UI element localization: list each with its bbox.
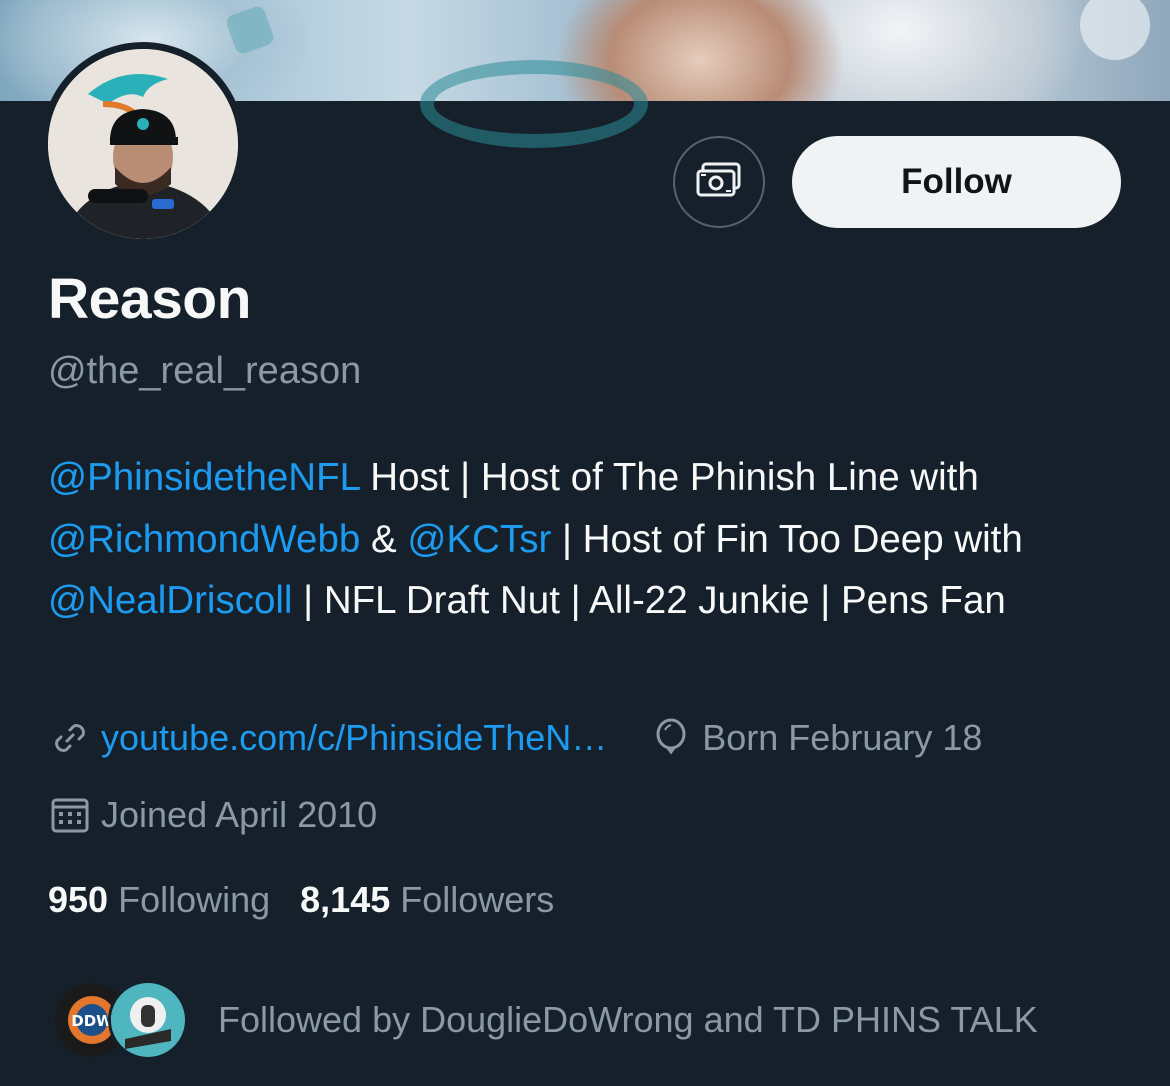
profile-name: Reason: [48, 267, 251, 331]
profile-joined-date: Joined April 2010: [101, 794, 378, 835]
avatar[interactable]: [48, 49, 238, 239]
follow-button[interactable]: Follow: [792, 136, 1121, 228]
profile-page: Follow Reason @the_real_reason @Phinside…: [0, 0, 1170, 1086]
following-link[interactable]: 950 Following: [48, 879, 270, 921]
tips-button[interactable]: [673, 136, 765, 228]
following-label: Following: [118, 879, 271, 920]
bio-text: | NFL Draft Nut | All-22 Junkie | Pens F…: [292, 579, 1006, 622]
link-icon: [48, 716, 92, 760]
follow-stats: 950 Following 8,145 Followers: [48, 879, 554, 921]
banner-graphic: [420, 60, 648, 148]
followers-label: Followers: [400, 879, 555, 920]
bio-text: | Host of Fin Too Deep with: [551, 517, 1023, 561]
mention-link[interactable]: @NealDriscoll: [48, 579, 292, 622]
mention-link[interactable]: @KCTsr: [407, 518, 551, 561]
followers-count: 8,145: [300, 879, 391, 920]
followed-by-row[interactable]: DDW Followed by DouglieDoWrong and TD PH…: [52, 980, 1038, 1060]
followed-avatar-label: DDW: [71, 1012, 113, 1030]
followed-by-avatar: [108, 980, 188, 1060]
followers-link[interactable]: 8,145 Followers: [300, 879, 554, 921]
following-count: 950: [48, 879, 109, 920]
banner-graphic: [224, 4, 276, 56]
followed-by-text: Followed by DouglieDoWrong and TD PHINS …: [218, 999, 1038, 1040]
calendar-icon: [48, 793, 92, 837]
profile-meta-row: youtube.com/c/PhinsideTheN… Born Februar…: [48, 716, 982, 760]
banner-graphic: [1080, 0, 1150, 60]
balloon-icon: [649, 716, 693, 760]
bio-text: Host | Host of The Phinish Line with: [359, 456, 979, 499]
money-icon: [694, 160, 744, 205]
profile-bio: @PhinsidetheNFL Host | Host of The Phini…: [48, 447, 1138, 632]
profile-birthday: Born February 18: [702, 717, 983, 758]
mention-link[interactable]: @PhinsidetheNFL: [48, 456, 360, 499]
profile-meta-row: Joined April 2010: [48, 793, 377, 837]
profile-website-link[interactable]: youtube.com/c/PhinsideTheN…: [101, 717, 607, 759]
bio-text: &: [360, 517, 408, 561]
profile-handle: @the_real_reason: [48, 350, 362, 392]
mention-link[interactable]: @RichmondWebb: [48, 518, 360, 561]
